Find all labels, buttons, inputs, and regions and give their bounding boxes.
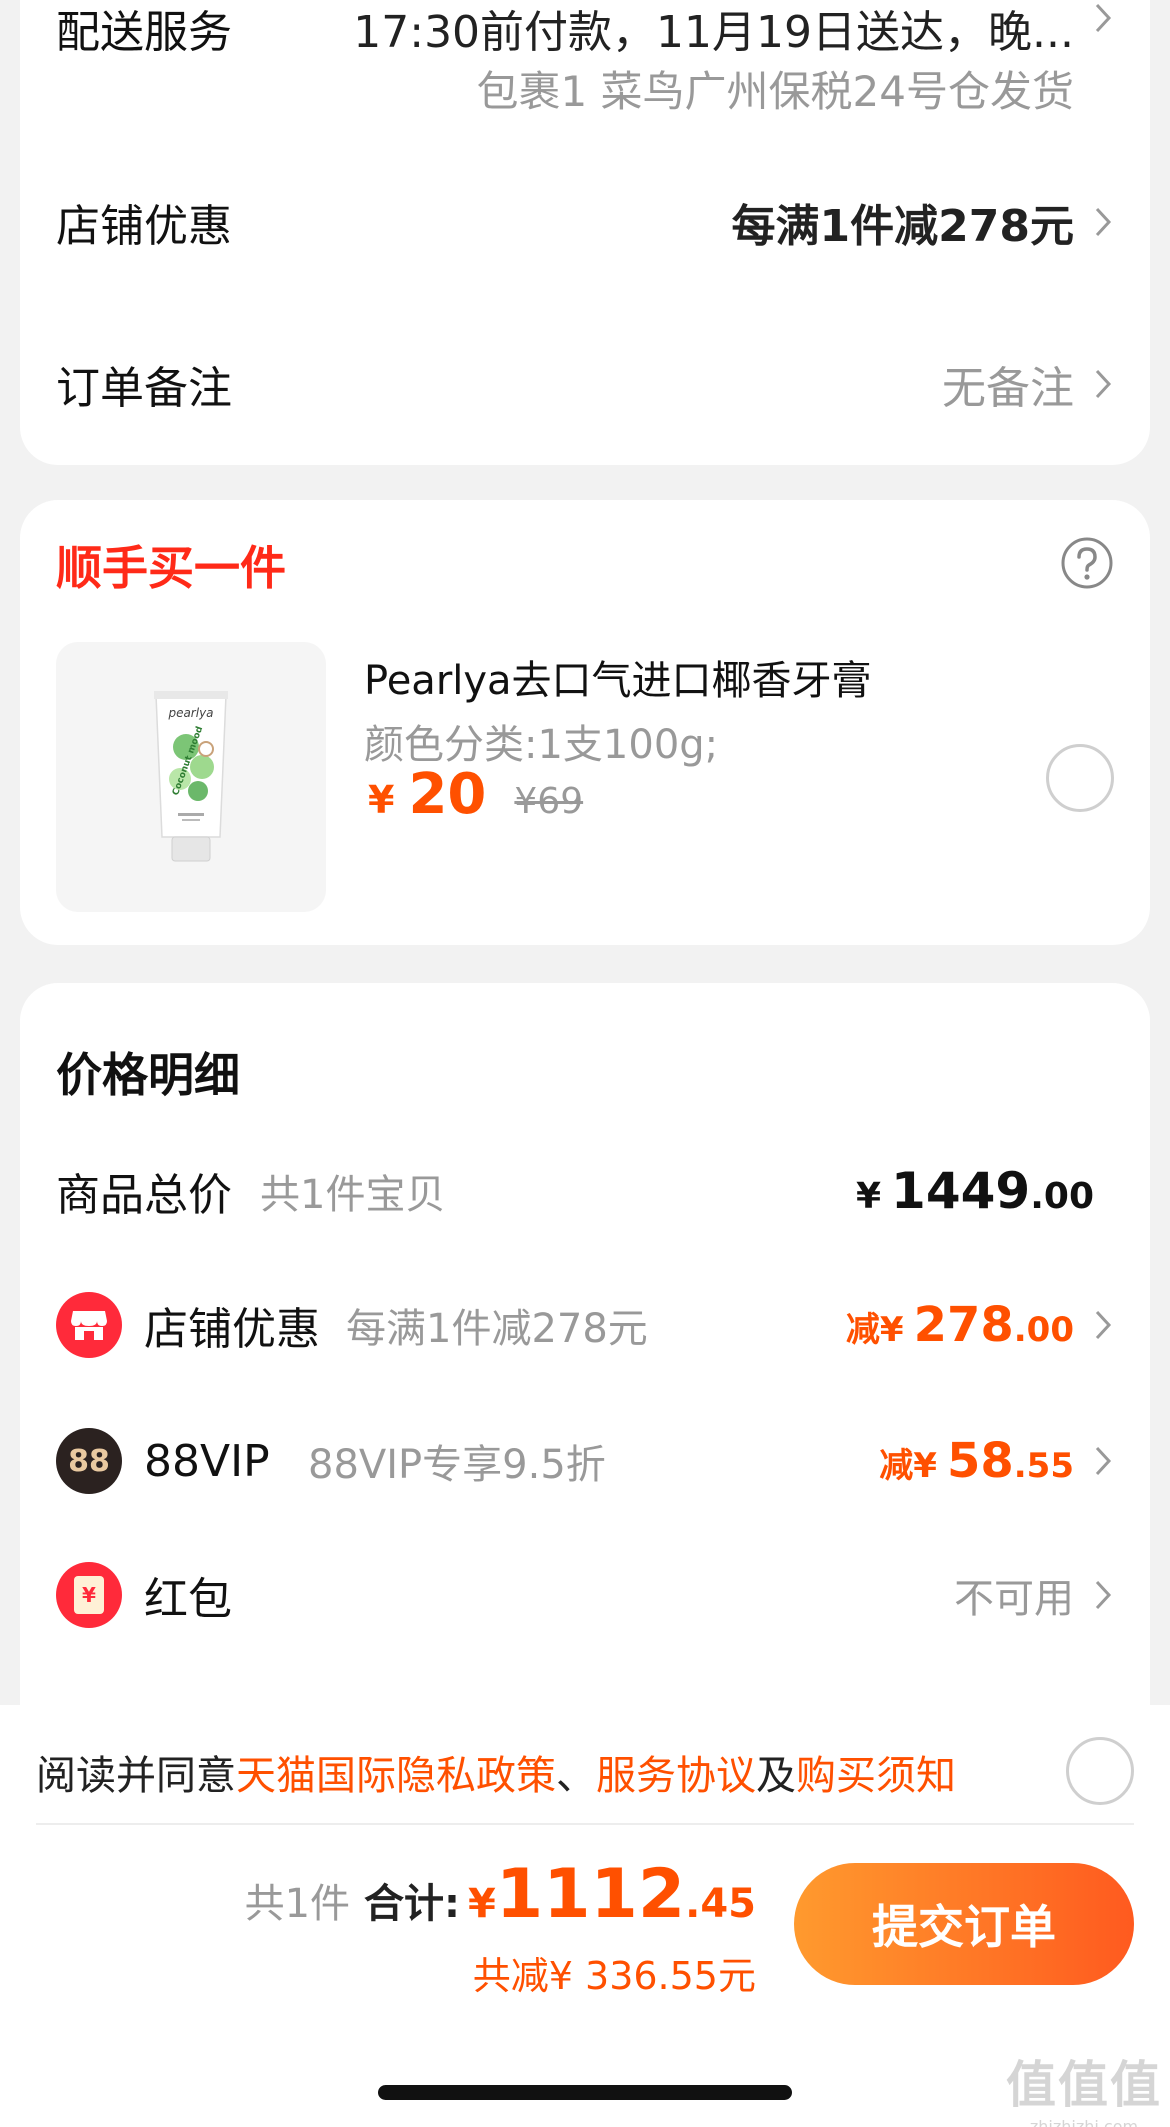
shop-discount-int: 278 [913,1297,1014,1353]
shop-discount-value: 每满1件减278元 [731,201,1074,252]
shop-discount-dec: .00 [1013,1310,1074,1350]
agreement-text: 阅读并同意天猫国际隐私政策、服务协议及购买须知 [36,1743,956,1801]
vip-discount-amount: 减¥ 58 .55 [879,1433,1074,1489]
privacy-policy-link[interactable]: 天猫国际隐私政策 [236,1753,556,1799]
chevron-right-icon [1092,1577,1114,1613]
total-symbol: ¥ [855,1176,882,1217]
shop-discount-row[interactable]: 店铺优惠 每满1件减278元 [20,172,1150,272]
delivery-row[interactable]: 配送服务 17:30前付款，11月19日送达，晚... 包裹1 菜鸟广州保税24… [20,0,1150,120]
product-name[interactable]: Pearlya去口气进口椰香牙膏 [364,648,872,706]
submit-order-label: 提交订单 [872,1900,1056,1954]
checkout-int: 1112 [495,1855,686,1934]
total-int: 1449 [891,1162,1031,1220]
order-note-label: 订单备注 [56,363,232,414]
watermark-sub: zhizhizhi.com [1029,2117,1139,2127]
chevron-right-icon [1092,204,1114,240]
shop-discount-detail-label: 店铺优惠 [144,1304,320,1355]
addon-select-checkbox[interactable] [1046,744,1114,812]
red-packet-row[interactable]: ¥ 红包 不可用 [20,1545,1150,1645]
shop-discount-detail-sub: 每满1件减278元 [346,1306,648,1352]
price-value: 20 [408,762,487,827]
total-price-row: 商品总价 共1件宝贝 ¥ 1449 .00 [20,1141,1150,1241]
checkout-total: 共1件 合计: ¥ 1112 .45 [245,1855,756,1934]
vip-discount-dec: .55 [1013,1446,1074,1486]
chevron-right-icon [1092,0,1114,36]
checkout-total-label: 合计: [364,1881,461,1927]
order-note-row[interactable]: 订单备注 无备注 [20,334,1150,434]
shop-discount-label: 店铺优惠 [56,201,232,252]
agreement-checkbox[interactable] [1066,1737,1134,1805]
total-amount: ¥ 1449 .00 [856,1162,1094,1220]
divider [36,1823,1134,1825]
shop-discount-detail-row[interactable]: 店铺优惠 每满1件减278元 减¥ 278 .00 [20,1275,1150,1375]
checkout-bar: 阅读并同意天猫国际隐私政策、服务协议及购买须知 共1件 合计: ¥ 1112 .… [0,1705,1170,2127]
price-detail-card: 价格明细 商品总价 共1件宝贝 ¥ 1449 .00 店铺优惠 每满1件减278… [20,983,1150,1783]
agreement-separator: 及 [756,1753,796,1799]
checkout-symbol: ¥ [468,1881,496,1927]
shop-discount-prefix: 减¥ [845,1310,904,1350]
total-sub: 共1件宝贝 [260,1172,446,1218]
chevron-right-icon [1092,1443,1114,1479]
red-packet-icon: ¥ [56,1562,122,1628]
vip-discount-row[interactable]: 88 88VIP 88VIP专享9.5折 减¥ 58 .55 [20,1411,1150,1511]
agreement-prefix: 阅读并同意 [36,1753,236,1799]
original-price: ¥69 [514,781,584,822]
addon-card: 顺手买一件 pearlya Coconut mood Pearlya去口气进口椰… [20,500,1150,945]
total-label: 商品总价 [56,1170,232,1221]
product-image[interactable]: pearlya Coconut mood [56,642,326,912]
vip-discount-prefix: 减¥ [879,1446,937,1486]
watermark: 值值值 zhizhizhi.com [1006,2045,1162,2127]
watermark-text: 值值值 [1006,2056,1162,2114]
red-packet-value: 不可用 [954,1576,1074,1622]
chevron-right-icon [1092,366,1114,402]
chevron-right-icon [1092,1307,1114,1343]
product-price: ¥ 20 ¥69 [368,762,583,827]
vip-discount-int: 58 [946,1433,1014,1489]
88vip-icon-text: 88 [68,1443,110,1479]
order-info-card: 配送服务 17:30前付款，11月19日送达，晚... 包裹1 菜鸟广州保税24… [20,0,1150,465]
vip-label: 88VIP [144,1435,270,1487]
shop-icon [56,1292,122,1358]
vip-sub: 88VIP专享9.5折 [308,1442,606,1488]
red-packet-icon-text: ¥ [82,1583,96,1607]
home-indicator[interactable] [378,2085,792,2100]
delivery-value: 17:30前付款，11月19日送达，晚... [353,7,1074,58]
price-detail-title: 价格明细 [56,1048,240,1102]
agreement-separator: 、 [556,1753,596,1799]
red-packet-label: 红包 [144,1574,232,1625]
shop-discount-amount: 减¥ 278 .00 [846,1297,1074,1353]
delivery-label: 配送服务 [56,7,232,58]
checkout-saved: 共减¥ 336.55元 [472,1954,756,1998]
service-agreement-link[interactable]: 服务协议 [596,1753,756,1799]
88vip-icon: 88 [56,1428,122,1494]
addon-title: 顺手买一件 [56,541,286,595]
total-dec: .00 [1030,1176,1094,1217]
question-circle-icon[interactable] [1060,536,1114,590]
order-note-value: 无备注 [942,363,1074,414]
checkout-dec: .45 [685,1881,756,1927]
price-symbol: ¥ [368,778,395,822]
product-brand: pearlya [168,706,214,720]
delivery-subvalue: 包裹1 菜鸟广州保税24号仓发货 [476,67,1074,116]
checkout-count: 共1件 [244,1881,351,1927]
purchase-notice-link[interactable]: 购买须知 [796,1753,956,1799]
submit-order-button[interactable]: 提交订单 [794,1863,1134,1985]
